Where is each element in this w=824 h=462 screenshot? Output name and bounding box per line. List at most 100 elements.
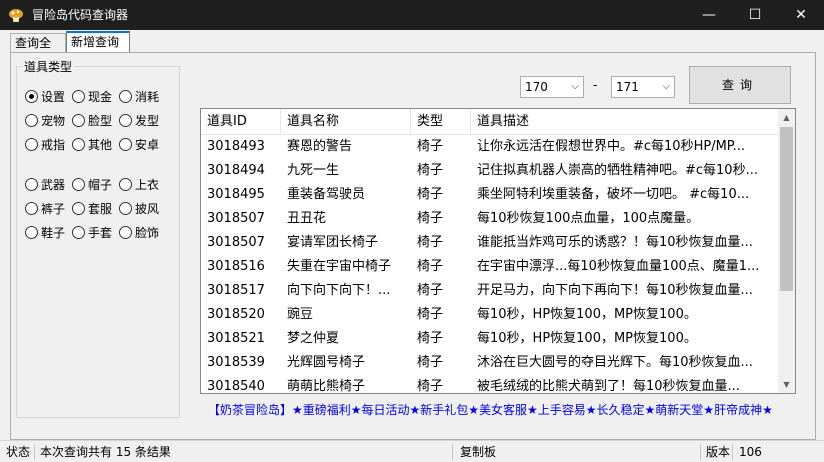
radio-label: 帽子	[88, 178, 113, 192]
radio-gloves[interactable]: 手套	[72, 225, 112, 241]
radio-ring[interactable]: 戒指	[25, 137, 65, 153]
chevron-down-icon: ⌵	[571, 81, 579, 92]
cell-type: 椅子	[417, 163, 444, 178]
table-row[interactable]: 3018539 光辉圆号椅子 椅子 沐浴在巨大圆号的夺目光辉下。每10秒恢复血.…	[201, 351, 779, 375]
header-description[interactable]: 道具描述	[471, 109, 779, 135]
header-type[interactable]: 类型	[411, 109, 471, 135]
radio-face[interactable]: 脸型	[72, 113, 112, 129]
table-row[interactable]: 3018493 赛恩的警告 椅子 让你永远活在假想世界中。#c每10秒HP/MP…	[201, 135, 779, 159]
results-table: 道具ID 道具名称 类型 道具描述 3018493 赛恩的警告 椅子 让你永远活…	[200, 108, 796, 394]
radio-setup[interactable]: 设置	[25, 89, 65, 105]
chevron-down-icon: ⌵	[662, 81, 670, 92]
close-button[interactable]: ✕	[778, 0, 824, 30]
query-button[interactable]: 查询	[689, 66, 791, 104]
radio-dot	[119, 178, 132, 191]
cell-desc: 谁能抵当炸鸡可乐的诱惑？！每10秒恢复血量...	[477, 235, 753, 250]
cell-desc: 记住拟真机器人崇高的牺牲精神吧。#c每10秒...	[477, 163, 758, 178]
radio-face-accessory[interactable]: 脸饰	[119, 225, 159, 241]
cell-name: 梦之仲夏	[287, 331, 340, 346]
header-item-name[interactable]: 道具名称	[281, 109, 411, 135]
table-row[interactable]: 3018507 丑丑花 椅子 每10秒恢复100点血量，100点魔量。	[201, 207, 779, 231]
tab-new-query[interactable]: 新增查询	[66, 31, 130, 53]
table-row[interactable]: 3018521 梦之仲夏 椅子 每10秒，HP恢复100，MP恢复100。	[201, 327, 779, 351]
table-row[interactable]: 3018517 向下向下向下！... 椅子 开足马力，向下向下再向下！每10秒恢…	[201, 279, 779, 303]
ad-banner[interactable]: 【奶茶冒险岛】★重磅福利★每日活动★新手礼包★美女客服★上手容易★长久稳定★萌新…	[208, 401, 773, 418]
radio-label: 脸饰	[135, 226, 160, 240]
table-row[interactable]: 3018507 宴请军团长椅子 椅子 谁能抵当炸鸡可乐的诱惑？！每10秒恢复血量…	[201, 231, 779, 255]
table-row[interactable]: 3018494 九死一生 椅子 记住拟真机器人崇高的牺牲精神吧。#c每10秒..…	[201, 159, 779, 183]
cell-desc: 每10秒，HP恢复100，MP恢复100。	[477, 331, 697, 346]
radio-hat[interactable]: 帽子	[72, 177, 112, 193]
tab-query-all[interactable]: 查询全部	[10, 33, 66, 68]
header-item-id[interactable]: 道具ID	[201, 109, 281, 135]
cell-id: 3018539	[207, 355, 265, 370]
cell-id: 3018516	[207, 259, 265, 274]
cell-type: 椅子	[417, 139, 444, 154]
maximize-button[interactable]: ☐	[732, 0, 778, 30]
radio-dot	[119, 90, 132, 103]
scroll-up-icon[interactable]: ▲	[778, 109, 795, 126]
scroll-thumb[interactable]	[780, 127, 793, 291]
cell-name: 豌豆	[287, 307, 314, 322]
table-row[interactable]: 3018495 重装备驾驶员 椅子 乘坐阿特利埃重装备，破坏一切吧。 #c每10…	[201, 183, 779, 207]
minimize-button[interactable]: —	[686, 0, 732, 30]
table-row[interactable]: 3018540 萌萌比熊椅子 椅子 被毛绒绒的比熊犬萌到了！每10秒恢复血量..…	[201, 375, 779, 394]
cell-name: 萌萌比熊椅子	[287, 379, 366, 394]
radio-weapon[interactable]: 武器	[25, 177, 65, 193]
radio-hair[interactable]: 发型	[119, 113, 159, 129]
radio-shoes[interactable]: 鞋子	[25, 225, 65, 241]
cell-name: 重装备驾驶员	[287, 187, 366, 202]
cell-type: 椅子	[417, 331, 444, 346]
table-row[interactable]: 3018516 失重在宇宙中椅子 椅子 在宇宙中漂浮...每10秒恢复血量100…	[201, 255, 779, 279]
status-bar: 状态 本次查询共有 15 条结果 复制板 版本 106	[0, 440, 824, 462]
cell-type: 椅子	[417, 379, 444, 394]
radio-label: 消耗	[135, 90, 160, 104]
radio-cape[interactable]: 披风	[119, 201, 159, 217]
radio-dot	[119, 114, 132, 127]
vertical-scrollbar[interactable]: ▲ ▼	[778, 109, 795, 393]
radio-pants[interactable]: 裤子	[25, 201, 65, 217]
radio-label: 设置	[41, 90, 66, 104]
range-to-value: 171	[616, 80, 639, 94]
cell-name: 向下向下向下！...	[287, 283, 391, 298]
cell-desc: 让你永远活在假想世界中。#c每10秒HP/MP...	[477, 139, 746, 154]
cell-name: 丑丑花	[287, 211, 327, 226]
scroll-down-icon[interactable]: ▼	[778, 376, 795, 393]
radio-label: 戒指	[41, 138, 66, 152]
range-to-select[interactable]: 171 ⌵	[611, 76, 675, 98]
cell-type: 椅子	[417, 283, 444, 298]
cell-id: 3018517	[207, 283, 265, 298]
radio-label: 手套	[88, 226, 113, 240]
radio-label: 宠物	[41, 114, 66, 128]
radio-dot	[72, 138, 85, 151]
range-from-select[interactable]: 170 ⌵	[520, 76, 584, 98]
radio-dot	[72, 90, 85, 103]
cell-name: 赛恩的警告	[287, 139, 353, 154]
item-type-title: 道具类型	[22, 60, 75, 74]
cell-type: 椅子	[417, 187, 444, 202]
radio-android[interactable]: 安卓	[119, 137, 159, 153]
radio-consume[interactable]: 消耗	[119, 89, 159, 105]
cell-type: 椅子	[417, 211, 444, 226]
cell-type: 椅子	[417, 235, 444, 250]
cell-name: 宴请军团长椅子	[287, 235, 379, 250]
radio-label: 套服	[88, 202, 113, 216]
cell-id: 3018520	[207, 307, 265, 322]
cell-desc: 被毛绒绒的比熊犬萌到了！每10秒恢复血量...	[477, 379, 740, 394]
table-row[interactable]: 3018520 豌豆 椅子 每10秒，HP恢复100，MP恢复100。	[201, 303, 779, 327]
window-title: 冒险岛代码查询器	[32, 8, 129, 22]
radio-pet[interactable]: 宠物	[25, 113, 65, 129]
radio-overall[interactable]: 套服	[72, 201, 112, 217]
cell-id: 3018494	[207, 163, 265, 178]
radio-label: 裤子	[41, 202, 66, 216]
radio-dot	[119, 226, 132, 239]
tab-strip: 查询全部 新增查询	[0, 30, 824, 68]
radio-label: 披风	[135, 202, 160, 216]
cell-id: 3018493	[207, 139, 265, 154]
tab-label: 新增查询	[71, 35, 120, 49]
mushroom-app-icon	[9, 9, 23, 22]
radio-cash[interactable]: 现金	[72, 89, 112, 105]
radio-other[interactable]: 其他	[72, 137, 112, 153]
cell-desc: 在宇宙中漂浮...每10秒恢复血量100点、魔量1...	[477, 259, 760, 274]
radio-top[interactable]: 上衣	[119, 177, 159, 193]
